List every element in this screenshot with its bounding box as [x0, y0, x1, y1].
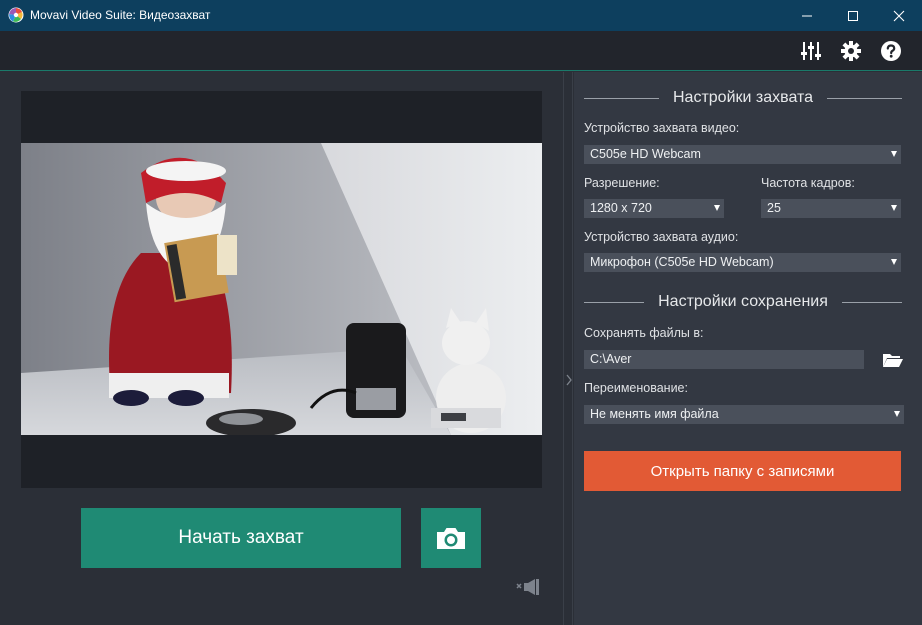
rename-select[interactable]: Не менять имя файла: [584, 405, 904, 424]
camera-icon: [437, 528, 465, 549]
settings-button[interactable]: [839, 39, 863, 63]
minimize-icon: [802, 15, 812, 16]
dropdown-arrow-icon: [891, 259, 897, 265]
open-folder-icon[interactable]: [882, 351, 904, 369]
minimize-button[interactable]: [784, 0, 830, 31]
video-device-label: Устройство захвата видео:: [584, 121, 740, 135]
save-path-input[interactable]: C:\Aver: [584, 350, 864, 369]
chevron-right-icon: [566, 374, 572, 386]
video-preview: [21, 91, 542, 488]
help-button[interactable]: [879, 39, 903, 63]
fps-select[interactable]: 25: [761, 199, 901, 218]
capture-settings-header: Настройки захвата: [584, 87, 903, 109]
maximize-button[interactable]: [830, 0, 876, 31]
audio-device-value: Микрофон (C505e HD Webcam): [590, 255, 774, 269]
dropdown-arrow-icon: [714, 205, 720, 211]
audio-device-label: Устройство захвата аудио:: [584, 230, 739, 244]
video-device-value: C505e HD Webcam: [590, 147, 701, 161]
save-path-value: C:\Aver: [590, 352, 632, 366]
close-icon: [893, 10, 905, 21]
window-title: Movavi Video Suite: Видеозахват: [30, 8, 211, 22]
video-device-select[interactable]: C505e HD Webcam: [584, 145, 901, 164]
resolution-label: Разрешение:: [584, 176, 660, 190]
save-settings-header: Настройки сохранения: [584, 291, 903, 313]
rename-value: Не менять имя файла: [590, 407, 719, 421]
gear-icon: [841, 41, 861, 61]
audio-device-select[interactable]: Микрофон (C505e HD Webcam): [584, 253, 901, 272]
audio-settings-button[interactable]: [799, 39, 823, 63]
title-bar: Movavi Video Suite: Видеозахват: [0, 0, 922, 31]
close-button[interactable]: [876, 0, 922, 31]
fps-value: 25: [767, 201, 781, 215]
dropdown-arrow-icon: [891, 151, 897, 157]
dropdown-arrow-icon: [891, 205, 897, 211]
help-icon: [881, 41, 901, 61]
dropdown-arrow-icon: [894, 411, 900, 417]
preview-pane: Начать захват: [0, 72, 563, 625]
save-to-label: Сохранять файлы в:: [584, 326, 704, 340]
section-title: Настройки сохранения: [658, 293, 828, 310]
movavi-logo-icon: [8, 7, 24, 23]
webcam-feed: [21, 143, 542, 435]
mute-toggle-icon[interactable]: [516, 578, 540, 596]
start-capture-button[interactable]: Начать захват: [81, 508, 401, 568]
section-title: Настройки захвата: [672, 89, 814, 106]
equalizer-icon: [801, 42, 821, 60]
fps-label: Частота кадров:: [761, 176, 855, 190]
resolution-value: 1280 x 720: [590, 201, 652, 215]
snapshot-button[interactable]: [421, 508, 481, 568]
maximize-icon: [848, 10, 858, 21]
open-recordings-folder-button[interactable]: Открыть папку с записями: [584, 451, 901, 491]
panel-splitter[interactable]: [563, 72, 573, 625]
rename-label: Переименование:: [584, 381, 688, 395]
top-toolbar: [0, 31, 922, 71]
settings-panel: Настройки захвата Устройство захвата вид…: [574, 72, 922, 625]
resolution-select[interactable]: 1280 x 720: [584, 199, 724, 218]
